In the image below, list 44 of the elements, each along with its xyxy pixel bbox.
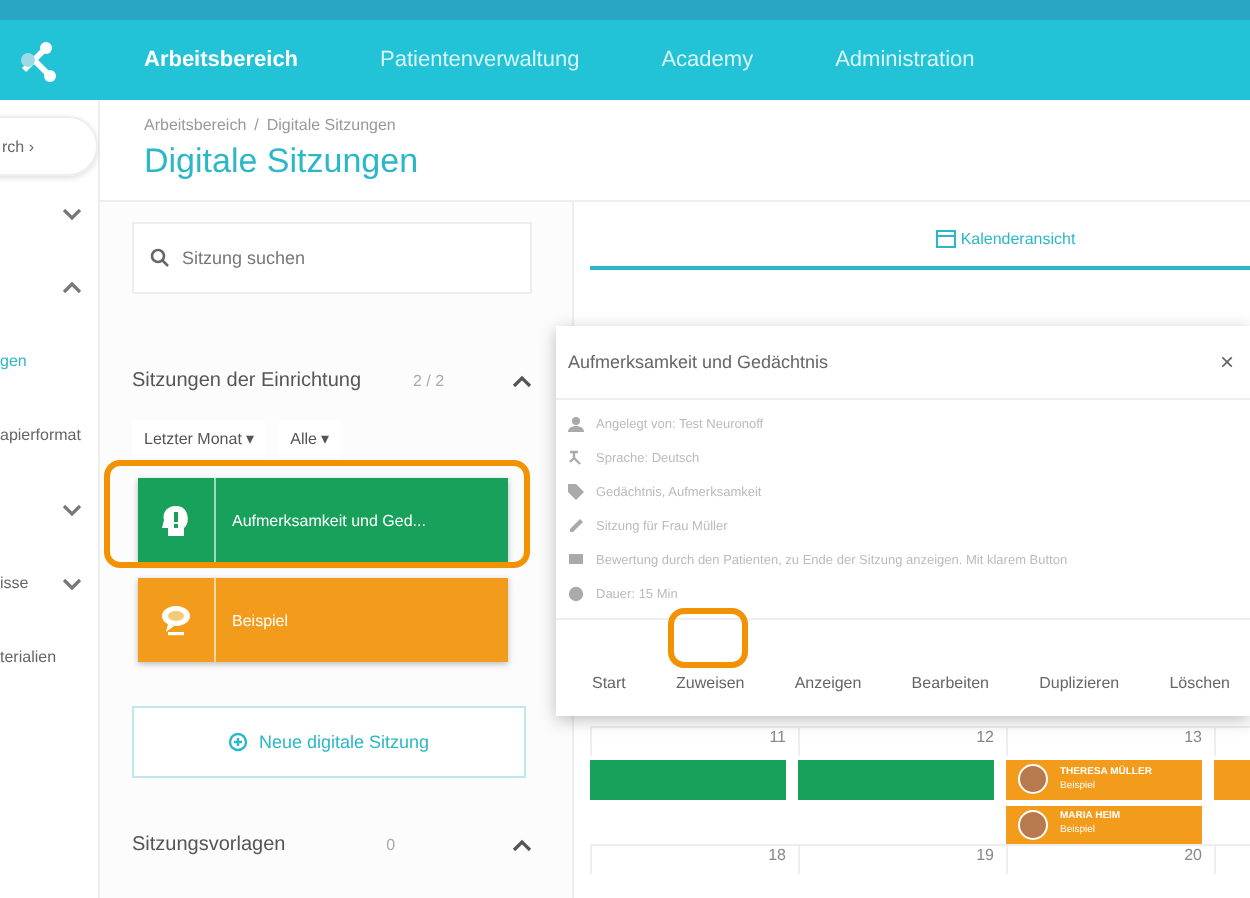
- search-field[interactable]: Sitzung suchen: [132, 222, 532, 294]
- session-count: 2 / 2: [412, 372, 445, 390]
- logo-icon: [16, 38, 56, 82]
- section-title: Sitzungsvorlagen: [132, 834, 286, 856]
- day-number: 11: [769, 728, 786, 750]
- popup-action-button[interactable]: Anzeigen: [794, 674, 862, 692]
- popup-action-button[interactable]: Start: [592, 674, 626, 692]
- calendar-event[interactable]: [798, 760, 994, 800]
- day-number: 18: [768, 846, 786, 868]
- popup-action-button[interactable]: Duplizieren: [1039, 674, 1120, 692]
- day-number: 12: [976, 728, 994, 750]
- session-card[interactable]: Aufmerksamkeit und Ged...: [138, 478, 508, 562]
- tag-icon: [568, 484, 584, 500]
- popup-title: Aufmerksamkeit und Gedächtnis: [568, 352, 829, 372]
- avatar: [1018, 809, 1048, 840]
- session-title: Aufmerksamkeit und Ged...: [232, 511, 426, 529]
- search-input[interactable]: Sitzung suchen: [178, 246, 526, 270]
- breadcrumb-link[interactable]: Digitale Sitzungen: [266, 116, 396, 134]
- sidebar-item[interactable]: apierformat: [0, 426, 81, 444]
- close-button[interactable]: ×: [1219, 348, 1234, 376]
- template-count: 0: [386, 836, 396, 854]
- breadcrumb-separator: /: [254, 116, 259, 134]
- day-number: 19: [976, 846, 994, 868]
- plus-circle-icon: [228, 732, 249, 752]
- head-icon: [158, 502, 194, 538]
- day-number: 13: [1184, 728, 1202, 750]
- search-icon: [150, 248, 170, 268]
- sidebar-group-label[interactable]: isse: [0, 574, 29, 592]
- page-title: Digitale Sitzungen: [144, 142, 421, 182]
- section-title: Sitzungen der Einrichtung: [132, 370, 362, 392]
- popup-action-button[interactable]: Zuweisen: [676, 674, 745, 692]
- calendar-event[interactable]: [590, 760, 786, 800]
- day-number: 20: [1184, 846, 1202, 868]
- calendar-icon: [936, 228, 957, 248]
- language-icon: [568, 450, 584, 466]
- sidebar-item[interactable]: terialien: [0, 648, 57, 666]
- speech-bubble-icon: [158, 602, 194, 638]
- pencil-icon: [568, 518, 584, 534]
- popup-action-button[interactable]: Löschen: [1169, 674, 1230, 692]
- session-title: Beispiel: [232, 611, 289, 629]
- back-button[interactable]: rch ›: [0, 116, 98, 176]
- popup-action-button[interactable]: Bearbeiten: [911, 674, 989, 692]
- person-icon: [568, 416, 584, 432]
- avatar: [1018, 764, 1048, 795]
